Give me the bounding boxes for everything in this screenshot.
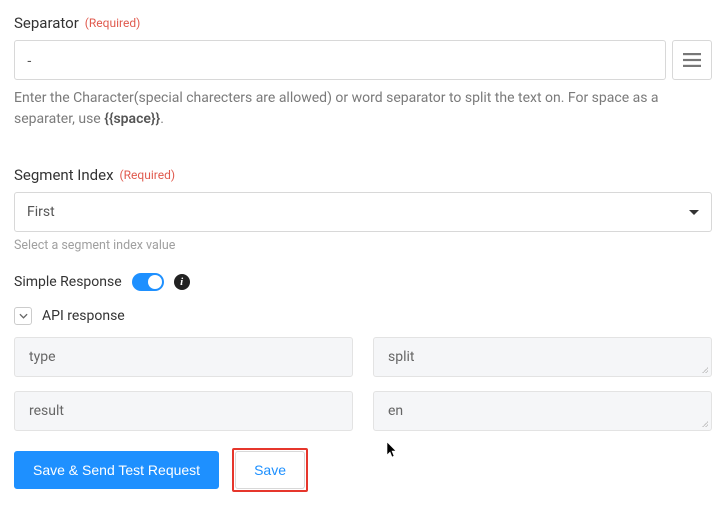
separator-label-row: Separator (Required) <box>14 14 712 32</box>
separator-label: Separator <box>14 14 79 32</box>
api-key-cell: type <box>14 337 353 377</box>
separator-required-tag: (Required) <box>85 16 140 30</box>
separator-field: Separator (Required) Enter the Character… <box>14 14 712 130</box>
save-button-label: Save <box>254 462 286 478</box>
segment-index-select[interactable]: First <box>14 192 712 232</box>
simple-response-label: Simple Response <box>14 274 122 290</box>
api-key-cell: result <box>14 391 353 431</box>
segment-index-label-row: Segment Index (Required) <box>14 166 712 184</box>
api-value-cell[interactable]: en <box>373 391 712 431</box>
toggle-knob <box>148 275 162 289</box>
segment-index-label: Segment Index <box>14 166 114 184</box>
api-response-grid: type split result en <box>14 337 712 431</box>
separator-options-button[interactable] <box>672 40 712 80</box>
simple-response-toggle[interactable] <box>132 273 164 291</box>
info-icon[interactable]: i <box>174 274 190 290</box>
api-value-cell[interactable]: split <box>373 337 712 377</box>
api-response-toggle[interactable] <box>14 307 32 325</box>
api-response-title: API response <box>42 308 125 324</box>
save-send-test-button[interactable]: Save & Send Test Request <box>14 451 219 489</box>
separator-help-text: Enter the Character(special charecters a… <box>14 88 712 130</box>
separator-input[interactable] <box>14 40 666 80</box>
save-button[interactable]: Save <box>235 451 305 489</box>
segment-index-required-tag: (Required) <box>120 168 175 182</box>
simple-response-row: Simple Response i <box>14 273 712 291</box>
segment-index-help: Select a segment index value <box>14 238 712 253</box>
chevron-down-icon <box>19 313 28 319</box>
segment-index-field: Segment Index (Required) First Select a … <box>14 166 712 253</box>
hamburger-icon <box>683 53 701 67</box>
button-row: Save & Send Test Request Save <box>14 451 712 489</box>
api-response-header: API response <box>14 307 712 325</box>
separator-input-row <box>14 40 712 80</box>
segment-index-value: First <box>27 204 55 220</box>
chevron-down-icon <box>689 210 699 215</box>
